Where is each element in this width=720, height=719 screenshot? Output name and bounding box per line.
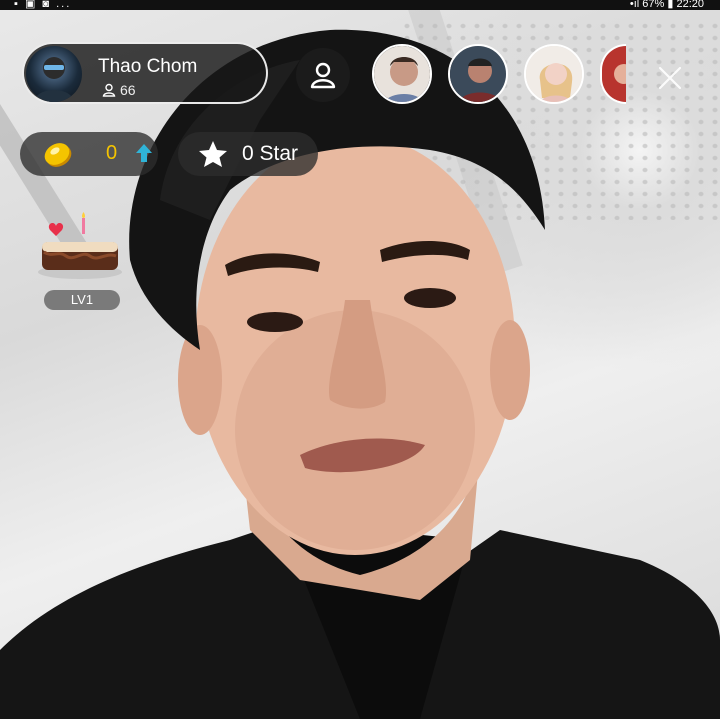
- host-avatar-image: [34, 57, 74, 102]
- streamer-video: [0, 29, 720, 719]
- viewer-avatar-1[interactable]: [372, 44, 432, 104]
- star-icon: [199, 141, 227, 167]
- follower-count-text: 66: [120, 82, 136, 98]
- coin-count: 0: [106, 142, 118, 164]
- coin-icon: [44, 143, 72, 167]
- close-x-icon: [658, 66, 682, 90]
- recharge-arrow-icon[interactable]: [134, 142, 154, 166]
- viewer-avatar-image: [602, 46, 626, 102]
- host-card[interactable]: Thao Chom 66: [22, 42, 268, 104]
- host-name: Thao Chom: [98, 56, 198, 77]
- person-outline-icon: [310, 62, 336, 89]
- host-follower-count: 66: [102, 82, 136, 98]
- viewer-avatar-2[interactable]: [448, 44, 508, 104]
- birthday-cake-badge[interactable]: [34, 212, 126, 282]
- level-badge: LV1: [44, 290, 120, 310]
- viewer-avatar-3[interactable]: [524, 44, 584, 104]
- status-icons-left: ▪ ▣ ◙ ...: [14, 0, 72, 10]
- close-button[interactable]: [650, 58, 690, 98]
- star-label: 0 Star: [242, 142, 299, 165]
- status-bar: ▪ ▣ ◙ ... •ıl 67% ▮ 22:20: [0, 0, 720, 10]
- profile-button[interactable]: [296, 48, 350, 102]
- coin-balance[interactable]: 0: [20, 132, 158, 176]
- person-icon: [102, 83, 116, 97]
- star-count[interactable]: 0 Star: [178, 132, 318, 176]
- status-icons-right: •ıl 67% ▮ 22:20: [629, 0, 704, 10]
- host-avatar[interactable]: [26, 46, 82, 102]
- birthday-cake-icon: [38, 212, 122, 279]
- live-video-stage: [0, 0, 720, 719]
